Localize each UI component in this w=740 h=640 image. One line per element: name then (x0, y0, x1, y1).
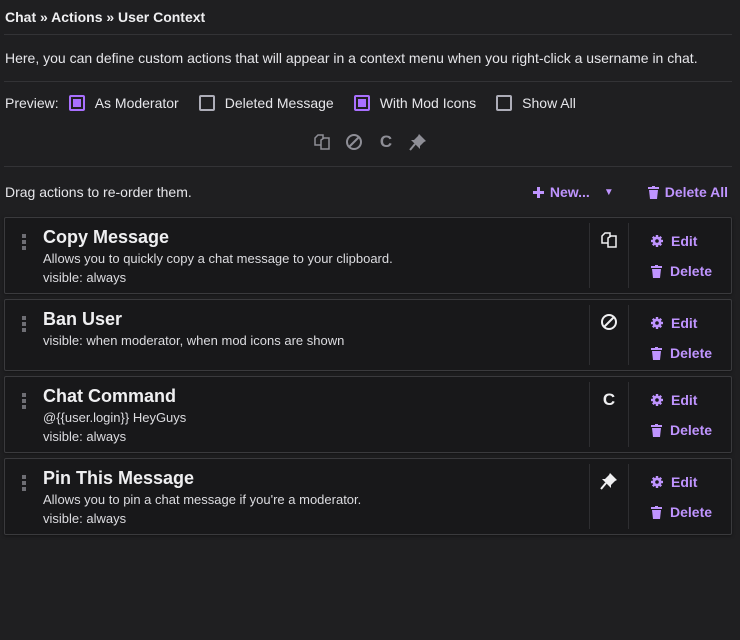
action-icon-cell (589, 464, 629, 529)
action-info: Pin This Message Allows you to pin a cha… (43, 459, 589, 534)
trash-icon (651, 423, 662, 437)
drag-handle-icon[interactable] (5, 377, 43, 452)
edit-button[interactable]: Edit (651, 467, 731, 497)
gear-icon (651, 394, 663, 406)
checkbox-box[interactable] (198, 95, 215, 111)
chat-command-icon[interactable]: C (376, 132, 396, 152)
action-buttons: Edit Delete (629, 459, 731, 534)
action-icon-cell (589, 305, 629, 365)
user-context-actions-page: Chat » Actions » User Context Here, you … (0, 0, 740, 640)
chat-command-icon: C (602, 390, 616, 409)
checkbox-label: As Moderator (94, 95, 179, 111)
trash-icon (651, 264, 662, 278)
checkbox-label: Show All (522, 95, 576, 111)
action-title: Copy Message (43, 227, 170, 247)
action-buttons: Edit Delete (629, 377, 731, 452)
action-description: Allows you to pin a chat message if you'… (43, 492, 362, 507)
ban-icon (600, 313, 618, 365)
drag-handle-icon[interactable] (5, 300, 43, 370)
checkbox-deleted-message[interactable]: Deleted Message (198, 95, 334, 111)
trash-icon (651, 505, 662, 519)
chevron-down-icon[interactable]: ▼ (600, 187, 618, 198)
action-item-chat-command[interactable]: Chat Command @{{user.login}} HeyGuys vis… (4, 376, 732, 453)
edit-button[interactable]: Edit (651, 385, 731, 415)
checkbox-box[interactable] (353, 95, 370, 111)
edit-label: Edit (671, 233, 698, 249)
action-info: Copy Message Allows you to quickly copy … (43, 218, 589, 293)
checkbox-label: With Mod Icons (379, 95, 477, 111)
action-buttons: Edit Delete (629, 300, 731, 370)
action-title: Ban User (43, 309, 123, 329)
copy-icon[interactable] (312, 132, 332, 152)
checkbox-with-mod-icons[interactable]: With Mod Icons (353, 95, 477, 111)
delete-button[interactable]: Delete (651, 256, 731, 286)
delete-all-label: Delete All (664, 184, 728, 200)
action-description: Allows you to quickly copy a chat messag… (43, 251, 393, 266)
drag-handle-icon[interactable] (5, 218, 43, 293)
drag-handle-icon[interactable] (5, 459, 43, 534)
drag-hint: Drag actions to re-order them. (5, 184, 192, 200)
edit-label: Edit (671, 392, 698, 408)
delete-label: Delete (670, 345, 713, 361)
gear-icon (651, 476, 663, 488)
checkbox-as-moderator[interactable]: As Moderator (68, 95, 179, 111)
action-visibility: visible: always (43, 511, 127, 526)
preview-options: Preview: As Moderator Deleted Message Wi… (4, 88, 736, 118)
edit-button[interactable]: Edit (651, 308, 731, 338)
plus-icon (532, 186, 544, 198)
pin-icon (600, 472, 618, 529)
action-icon-cell (589, 223, 629, 288)
gear-icon (651, 317, 663, 329)
action-info: Ban User visible: when moderator, when m… (43, 300, 589, 370)
action-item-pin-message[interactable]: Pin This Message Allows you to pin a cha… (4, 458, 732, 535)
checkbox-box[interactable] (496, 95, 513, 111)
delete-button[interactable]: Delete (651, 338, 731, 368)
trash-icon (651, 346, 662, 360)
delete-all-button[interactable]: Delete All (647, 184, 728, 200)
actions-toolbar: Drag actions to re-order them. New... ▼ … (4, 167, 736, 217)
preview-label: Preview: (5, 95, 59, 111)
trash-icon (647, 185, 659, 199)
copy-icon (600, 231, 618, 288)
actions-list: Copy Message Allows you to quickly copy … (4, 217, 736, 535)
checkbox-show-all[interactable]: Show All (496, 95, 576, 111)
divider (4, 81, 732, 82)
delete-label: Delete (670, 504, 713, 520)
action-visibility: visible: always (43, 429, 127, 444)
pin-icon[interactable] (408, 132, 428, 152)
delete-button[interactable]: Delete (651, 415, 731, 445)
delete-label: Delete (670, 422, 713, 438)
delete-button[interactable]: Delete (651, 497, 731, 527)
action-icon-cell: C (589, 382, 629, 447)
ban-icon[interactable] (344, 132, 364, 152)
action-visibility: visible: always (43, 270, 127, 285)
action-description: @{{user.login}} HeyGuys (43, 410, 187, 425)
action-item-copy-message[interactable]: Copy Message Allows you to quickly copy … (4, 217, 732, 294)
action-title: Pin This Message (43, 468, 195, 488)
action-buttons: Edit Delete (629, 218, 731, 293)
edit-label: Edit (671, 474, 698, 490)
action-visibility: visible: when moderator, when mod icons … (43, 333, 345, 348)
new-action-label: New... (549, 184, 590, 200)
delete-label: Delete (670, 263, 713, 279)
new-action-button[interactable]: New... (532, 184, 590, 200)
action-item-ban-user[interactable]: Ban User visible: when moderator, when m… (4, 299, 732, 371)
checkbox-label: Deleted Message (224, 95, 334, 111)
gear-icon (651, 235, 663, 247)
action-info: Chat Command @{{user.login}} HeyGuys vis… (43, 377, 589, 452)
action-title: Chat Command (43, 386, 177, 406)
edit-label: Edit (671, 315, 698, 331)
preview-mod-icons: C (4, 118, 736, 166)
breadcrumb: Chat » Actions » User Context (5, 9, 206, 25)
edit-button[interactable]: Edit (651, 226, 731, 256)
page-description: Here, you can define custom actions that… (5, 50, 698, 66)
checkbox-box[interactable] (68, 95, 85, 111)
